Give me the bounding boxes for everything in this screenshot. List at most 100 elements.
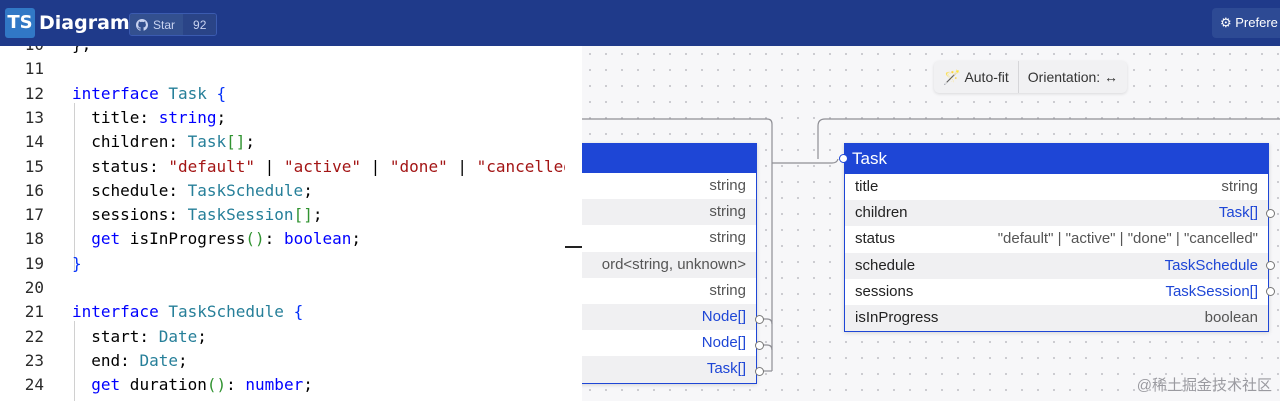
code-token: }; (72, 46, 91, 54)
code-line[interactable]: 18 get isInProgress(): boolean; (0, 227, 565, 251)
code-token: "active" (283, 156, 361, 176)
code-line[interactable]: 13 title: string; (0, 106, 565, 130)
code-token: interface (72, 302, 159, 322)
line-number: 20 (24, 278, 44, 297)
line-number: 13 (24, 107, 44, 127)
editor-scrollbar[interactable] (565, 46, 583, 401)
code-line[interactable]: 21 interface TaskSchedule { (0, 300, 565, 324)
connector-handle[interactable] (755, 341, 764, 350)
connector-handle[interactable] (755, 367, 764, 376)
code-line[interactable]: 14 children: Task[]; (0, 130, 565, 154)
left-node[interactable]: string string string ord<string, unknown> st… (582, 143, 757, 384)
field-type[interactable]: Task[] (1219, 200, 1258, 226)
code-line[interactable]: 10}; (0, 46, 565, 57)
watermark-text: @稀土掘金技术社区 (1136, 377, 1272, 394)
code-line[interactable]: 24 get duration(): number; (0, 373, 565, 397)
field-type: string (1221, 178, 1258, 195)
code-line[interactable]: 15 status: "default" | "active" | "done"… (0, 155, 565, 179)
field-row[interactable]: ord<string, unknown> (582, 251, 756, 278)
field-row[interactable]: string (582, 278, 756, 304)
code-token: TaskSchedule (168, 302, 284, 322)
field-type[interactable]: TaskSchedule (1165, 253, 1258, 279)
code-token: | (447, 156, 477, 176)
github-star-button[interactable]: Star (130, 14, 184, 35)
field-row[interactable]: Task[] (582, 356, 756, 383)
code-text: end: Date; (72, 349, 187, 373)
code-editor[interactable]: 10};1112interface Task {13 title: string… (0, 46, 565, 401)
task-node[interactable]: Task title string children Task[] status "def… (844, 143, 1269, 333)
code-text: start: Date; (72, 325, 207, 349)
field-type[interactable]: TaskSession[] (1165, 279, 1258, 305)
code-token: ; (351, 229, 362, 249)
left-node-header (582, 144, 756, 173)
line-number: 19 (24, 253, 44, 273)
code-text: get duration(): number; (72, 373, 313, 397)
field-name: status (855, 230, 896, 248)
connector-handle[interactable] (1266, 261, 1275, 270)
code-token: TaskSchedule (187, 180, 304, 200)
code-text: interface Task { (72, 82, 226, 106)
code-token: Date (139, 350, 178, 370)
orientation-button[interactable]: Orientation: ↔ (1019, 61, 1127, 93)
github-star-label: Star (153, 17, 176, 32)
code-token: ; (245, 132, 256, 152)
connector-handle[interactable] (1266, 287, 1275, 296)
code-line[interactable]: 12 interface Task { (0, 82, 565, 106)
field-row[interactable]: string (582, 225, 756, 251)
field-type[interactable]: Node[] (702, 330, 746, 356)
field-row[interactable]: string (582, 199, 756, 226)
field-name: sessions (855, 282, 914, 300)
code-line[interactable]: 22 start: Date; (0, 325, 565, 349)
github-star-count[interactable]: 92 (183, 14, 217, 35)
code-token: ; (312, 205, 323, 225)
preferences-button[interactable]: ⚙ Prefere (1212, 8, 1280, 38)
field-name: schedule (855, 256, 916, 274)
code-token: "default" (168, 156, 256, 176)
field-row[interactable]: string (582, 173, 756, 199)
field-row-title[interactable]: title string (845, 174, 1268, 200)
field-type[interactable]: Node[] (702, 304, 746, 330)
code-token: status: (72, 156, 169, 176)
code-token: } (72, 253, 82, 273)
code-token: () (245, 229, 265, 249)
code-token: ; (216, 107, 227, 127)
field-type[interactable]: Task[] (707, 356, 746, 382)
code-line[interactable]: 23 end: Date; (0, 349, 565, 373)
field-row-schedule[interactable]: schedule TaskSchedule (845, 252, 1268, 279)
autofit-button[interactable]: 🪄 Auto-fit (934, 61, 1018, 93)
field-row[interactable]: Node[] (582, 303, 756, 331)
code-token: [] (226, 132, 246, 152)
code-line[interactable]: 16 schedule: TaskSchedule; (0, 179, 565, 203)
connector-handle[interactable] (755, 315, 764, 324)
code-token: ; (303, 375, 313, 395)
code-line[interactable]: 19} (0, 252, 565, 276)
code-text: title: string; (72, 106, 226, 130)
code-token: | (361, 156, 390, 176)
field-row[interactable]: Node[] (582, 330, 756, 356)
ts-logo-badge[interactable]: TS (5, 8, 35, 38)
code-token: number (245, 375, 304, 395)
field-row-children[interactable]: children Task[] (845, 200, 1268, 227)
field-row-status[interactable]: status "default" | "active" | "done" | "c… (845, 226, 1268, 252)
connector-handle[interactable] (1266, 209, 1275, 218)
field-type: "default" | "active" | "done" | "cancell… (997, 230, 1258, 248)
line-number: 16 (24, 180, 44, 200)
code-token: "cancelled" (476, 156, 565, 176)
field-type: string (709, 177, 746, 194)
code-text: schedule: TaskSchedule; (72, 179, 313, 203)
code-line[interactable]: 20 (0, 276, 565, 300)
code-token: [] (293, 205, 313, 225)
code-line[interactable]: 17 sessions: TaskSession[]; (0, 203, 565, 227)
line-number: 21 (24, 302, 44, 322)
field-row-isInProgress[interactable]: isInProgress boolean (845, 304, 1268, 332)
line-number: 10 (0, 46, 44, 57)
code-line[interactable]: 11 (0, 57, 565, 81)
diagram-canvas[interactable]: 🪄 Auto-fit Orientation: ↔ string string st… (582, 46, 1280, 401)
app-title[interactable]: Diagram (39, 10, 130, 36)
line-number: 12 (24, 83, 44, 103)
line-number: 18 (24, 229, 44, 249)
task-node-input-handle[interactable] (839, 154, 848, 163)
github-star-widget[interactable]: Star 92 (129, 13, 218, 36)
field-row-sessions[interactable]: sessions TaskSession[] (845, 279, 1268, 305)
